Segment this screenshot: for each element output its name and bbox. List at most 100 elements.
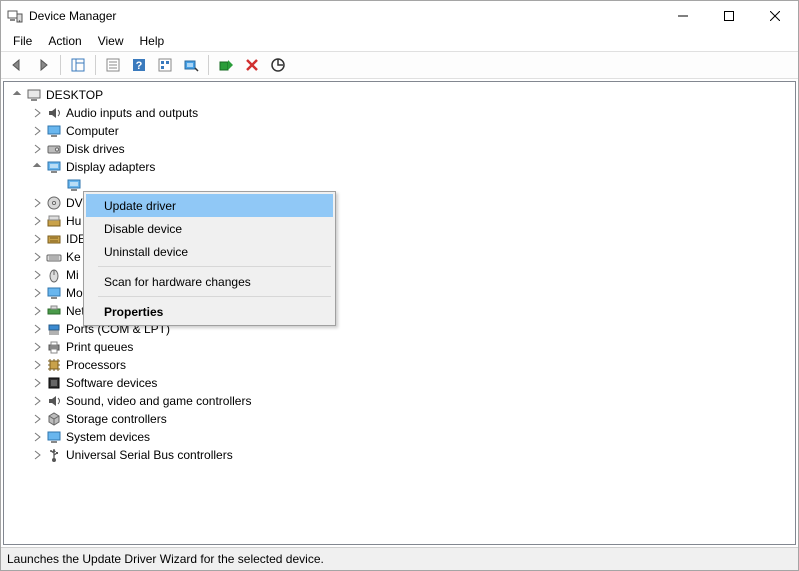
- device-manager-icon: [7, 8, 23, 24]
- tree-category-display-adapters[interactable]: Display adapters: [8, 158, 791, 176]
- chevron-right-icon[interactable]: [30, 358, 44, 372]
- toolbar-sep: [208, 55, 209, 75]
- chevron-right-icon[interactable]: [30, 394, 44, 408]
- software-icon: [46, 375, 62, 391]
- tree-category[interactable]: Processors: [8, 356, 791, 374]
- menu-help[interactable]: Help: [132, 32, 173, 50]
- chevron-right-icon[interactable]: [30, 322, 44, 336]
- sound-icon: [46, 105, 62, 121]
- category-label: Mi: [66, 266, 79, 284]
- category-label: Computer: [66, 122, 119, 140]
- display-icon: [66, 177, 82, 193]
- ctx-separator: [98, 266, 331, 267]
- ctx-uninstall-device[interactable]: Uninstall device: [86, 240, 333, 263]
- devices-by-type-button[interactable]: [153, 53, 177, 77]
- storage-icon: [46, 411, 62, 427]
- chevron-right-icon[interactable]: [30, 250, 44, 264]
- tree-category[interactable]: Print queues: [8, 338, 791, 356]
- menu-file[interactable]: File: [5, 32, 40, 50]
- tree-category[interactable]: Universal Serial Bus controllers: [8, 446, 791, 464]
- category-label: Hu: [66, 212, 81, 230]
- usb-icon: [46, 447, 62, 463]
- chevron-right-icon[interactable]: [30, 430, 44, 444]
- monitor-icon: [46, 285, 62, 301]
- chevron-right-icon[interactable]: [30, 196, 44, 210]
- category-label: Storage controllers: [66, 410, 167, 428]
- chevron-down-icon[interactable]: [30, 160, 44, 174]
- tree-root[interactable]: DESKTOP: [8, 86, 791, 104]
- titlebar: Device Manager: [1, 1, 798, 31]
- category-label: Mo: [66, 284, 83, 302]
- uninstall-device-button[interactable]: [240, 53, 264, 77]
- ctx-separator: [98, 296, 331, 297]
- tree-category[interactable]: Disk drives: [8, 140, 791, 158]
- computer-icon: [26, 87, 42, 103]
- display-icon: [46, 159, 62, 175]
- category-label: Sound, video and game controllers: [66, 392, 251, 410]
- cpu-icon: [46, 357, 62, 373]
- category-label: System devices: [66, 428, 150, 446]
- chevron-right-icon[interactable]: [30, 214, 44, 228]
- chevron-right-icon[interactable]: [30, 340, 44, 354]
- show-hide-tree-button[interactable]: [66, 53, 90, 77]
- chevron-down-icon[interactable]: [10, 88, 24, 102]
- window-controls: [660, 1, 798, 31]
- mouse-icon: [46, 267, 62, 283]
- computer-icon: [46, 123, 62, 139]
- disable-device-button[interactable]: [266, 53, 290, 77]
- statusbar: Launches the Update Driver Wizard for th…: [1, 547, 798, 570]
- chevron-right-icon[interactable]: [30, 286, 44, 300]
- category-label: Universal Serial Bus controllers: [66, 446, 233, 464]
- tree-category[interactable]: Sound, video and game controllers: [8, 392, 791, 410]
- ctx-update-driver[interactable]: Update driver: [86, 194, 333, 217]
- window-title: Device Manager: [29, 9, 660, 23]
- chevron-right-icon[interactable]: [30, 124, 44, 138]
- chevron-right-icon[interactable]: [30, 106, 44, 120]
- enable-device-button[interactable]: [214, 53, 238, 77]
- system-icon: [46, 429, 62, 445]
- category-label: Software devices: [66, 374, 157, 392]
- chevron-right-icon[interactable]: [30, 448, 44, 462]
- port-icon: [46, 321, 62, 337]
- sound-card-icon: [46, 393, 62, 409]
- chevron-right-icon[interactable]: [30, 232, 44, 246]
- close-button[interactable]: [752, 1, 798, 31]
- device-manager-window: Device Manager File Action View Help: [0, 0, 799, 571]
- tree-category[interactable]: Storage controllers: [8, 410, 791, 428]
- svg-text:?: ?: [136, 60, 143, 72]
- tree-category[interactable]: Audio inputs and outputs: [8, 104, 791, 122]
- properties-button[interactable]: [101, 53, 125, 77]
- scan-hardware-button[interactable]: [179, 53, 203, 77]
- menubar: File Action View Help: [1, 31, 798, 51]
- category-label: Display adapters: [66, 158, 155, 176]
- toolbar-sep: [60, 55, 61, 75]
- category-label: Audio inputs and outputs: [66, 104, 198, 122]
- ctx-properties[interactable]: Properties: [86, 300, 333, 323]
- hid-icon: [46, 213, 62, 229]
- context-menu: Update driver Disable device Uninstall d…: [83, 191, 336, 326]
- category-label: Ke: [66, 248, 81, 266]
- forward-button[interactable]: [31, 53, 55, 77]
- chevron-right-icon[interactable]: [30, 268, 44, 282]
- tree-category[interactable]: System devices: [8, 428, 791, 446]
- toolbar: ?: [1, 51, 798, 79]
- ctx-scan-hardware[interactable]: Scan for hardware changes: [86, 270, 333, 293]
- help-button[interactable]: ?: [127, 53, 151, 77]
- chevron-right-icon[interactable]: [30, 412, 44, 426]
- keyboard-icon: [46, 249, 62, 265]
- tree-category[interactable]: Computer: [8, 122, 791, 140]
- toolbar-sep: [95, 55, 96, 75]
- ctx-disable-device[interactable]: Disable device: [86, 217, 333, 240]
- back-button[interactable]: [5, 53, 29, 77]
- maximize-button[interactable]: [706, 1, 752, 31]
- chevron-right-icon[interactable]: [30, 142, 44, 156]
- tree-root-label: DESKTOP: [46, 86, 103, 104]
- network-icon: [46, 303, 62, 319]
- menu-action[interactable]: Action: [40, 32, 89, 50]
- chevron-right-icon[interactable]: [30, 376, 44, 390]
- chevron-right-icon[interactable]: [30, 304, 44, 318]
- tree-category[interactable]: Software devices: [8, 374, 791, 392]
- printer-icon: [46, 339, 62, 355]
- minimize-button[interactable]: [660, 1, 706, 31]
- menu-view[interactable]: View: [90, 32, 132, 50]
